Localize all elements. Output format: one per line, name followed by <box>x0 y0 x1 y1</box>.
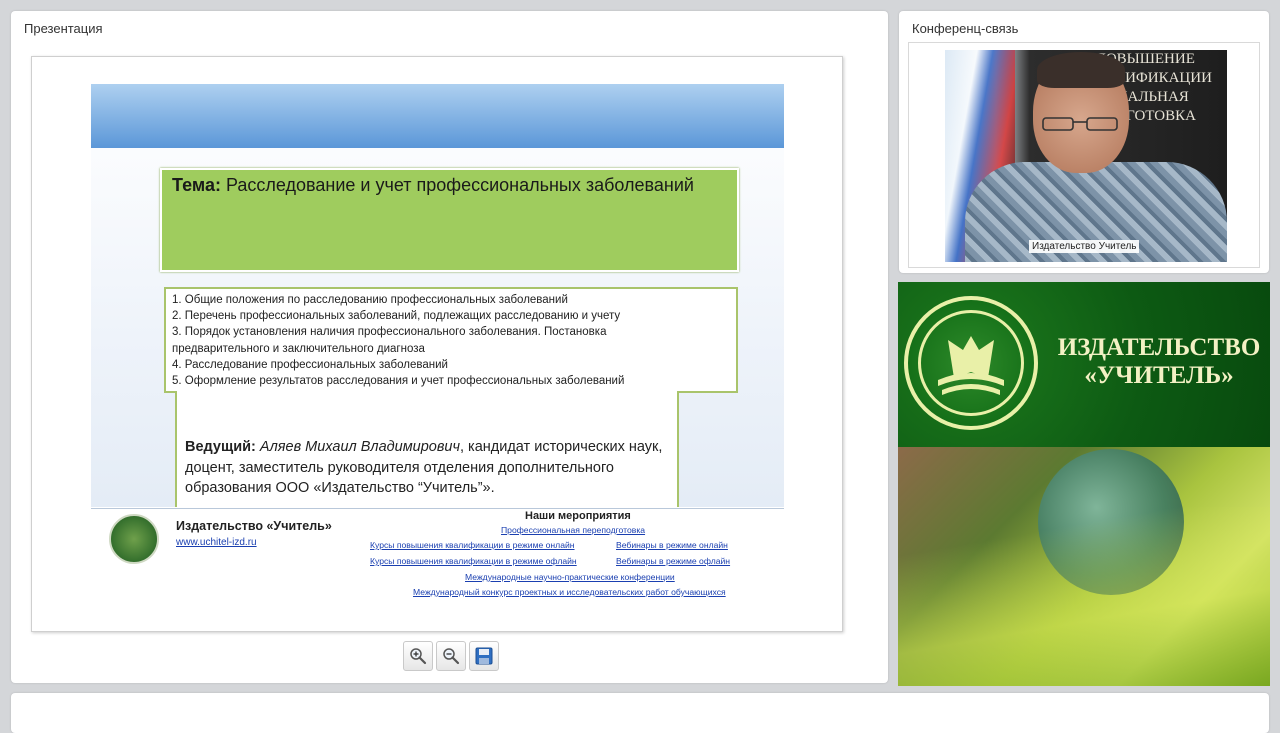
event-link[interactable]: Курсы повышения квалификации в режиме оф… <box>370 556 577 566</box>
participant-video[interactable]: ПОВЫШЕНИЕ ВАЛИФИКАЦИИ ИОНАЛЬНАЯ ПОДГОТОВ… <box>945 50 1227 262</box>
agenda-box: 1. Общие положения по расследованию проф… <box>164 287 738 393</box>
zoom-out-icon <box>443 648 460 665</box>
agenda-item: 4. Расследование профессиональных заболе… <box>172 358 448 371</box>
video-container: ПОВЫШЕНИЕ ВАЛИФИКАЦИИ ИОНАЛЬНАЯ ПОДГОТОВ… <box>908 42 1260 268</box>
event-link[interactable]: Профессиональная переподготовка <box>501 525 645 535</box>
publisher-banner: ИЗДАТЕЛЬСТВО «УЧИТЕЛЬ» <box>898 282 1270 686</box>
save-button[interactable] <box>469 641 499 671</box>
zoom-out-button[interactable] <box>436 641 466 671</box>
bottom-panel <box>11 693 1269 733</box>
presentation-panel: Презентация Тема: Расследование и учет п… <box>11 11 888 683</box>
agenda-item: 3. Порядок установления наличия професси… <box>172 326 607 339</box>
publisher-emblem-icon <box>904 296 1038 430</box>
presentation-panel-title: Презентация <box>24 21 103 36</box>
events-title: Наши мероприятия <box>525 510 631 522</box>
banner-top: ИЗДАТЕЛЬСТВО «УЧИТЕЛЬ» <box>898 282 1270 447</box>
agenda-list: 1. Общие положения по расследованию проф… <box>172 292 624 389</box>
banner-books-image <box>898 447 1270 686</box>
glasses-icon <box>1042 117 1118 131</box>
banner-brand: ИЗДАТЕЛЬСТВО «УЧИТЕЛЬ» <box>1056 334 1262 390</box>
participant-name-tag: Издательство Учитель <box>1029 240 1140 253</box>
topic-box: Тема: Расследование и учет профессиональ… <box>160 168 739 272</box>
person-hair <box>1037 52 1125 88</box>
footer-divider <box>91 508 784 509</box>
slide-frame: Тема: Расследование и учет профессиональ… <box>31 56 843 632</box>
event-link[interactable]: Вебинары в режиме офлайн <box>616 556 730 566</box>
topic-title: Расследование и учет профессиональных за… <box>220 175 694 195</box>
footer-site-link[interactable]: www.uchitel-izd.ru <box>176 537 257 548</box>
topic-heading: Тема: Расследование и учет профессиональ… <box>172 175 694 196</box>
save-icon <box>475 647 493 665</box>
event-link[interactable]: Международный конкурс проектных и исслед… <box>413 587 726 597</box>
publisher-logo-icon <box>109 514 159 564</box>
slide-footer: Издательство «Учитель» www.uchitel-izd.r… <box>91 507 784 603</box>
zoom-in-icon <box>410 648 427 665</box>
host-name: Аляев Михаил Владимирович <box>259 439 460 455</box>
zoom-in-button[interactable] <box>403 641 433 671</box>
topic-label: Тема: <box>172 175 221 195</box>
conference-panel: Конференц-связь ПОВЫШЕНИЕ ВАЛИФИКАЦИИ ИО… <box>899 11 1269 273</box>
agenda-item: 2. Перечень профессиональных заболеваний… <box>172 310 621 323</box>
event-link[interactable]: Вебинары в режиме онлайн <box>616 540 728 550</box>
host-text: Ведущий: Аляев Михаил Владимирович, канд… <box>185 437 675 499</box>
event-link[interactable]: Курсы повышения квалификации в режиме он… <box>370 540 575 550</box>
book-emblem-icon <box>938 336 1004 395</box>
agenda-item: 1. Общие положения по расследованию проф… <box>172 294 568 306</box>
footer-brand: Издательство «Учитель» <box>176 519 332 533</box>
banner-brand-line: ИЗДАТЕЛЬСТВО <box>1057 334 1261 361</box>
agenda-item: 5. Оформление результатов расследования … <box>172 375 625 388</box>
banner-glow <box>898 507 1270 686</box>
banner-brand-line: «УЧИТЕЛЬ» <box>1084 362 1234 389</box>
host-box: Ведущий: Аляев Михаил Владимирович, канд… <box>175 391 679 507</box>
agenda-item: предварительного и заключительного диагн… <box>172 342 425 355</box>
slide-banner <box>91 84 784 148</box>
conference-panel-title: Конференц-связь <box>912 21 1019 36</box>
slide: Тема: Расследование и учет профессиональ… <box>91 84 784 507</box>
host-label: Ведущий: <box>185 439 256 455</box>
event-link[interactable]: Международные научно-практические конфер… <box>465 572 675 582</box>
